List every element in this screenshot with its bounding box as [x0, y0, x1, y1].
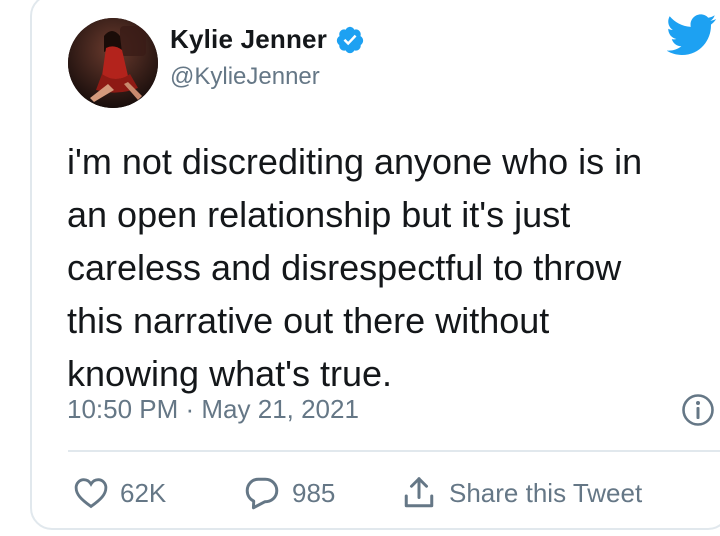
reply-bubble-icon: [245, 477, 279, 510]
avatar-photo: [68, 18, 158, 108]
verified-badge-icon: [336, 26, 364, 53]
share-label: Share this Tweet: [449, 477, 643, 508]
heart-icon: [74, 478, 108, 509]
like-button[interactable]: 62K: [74, 470, 166, 516]
tweet-text: i'm not discrediting anyone who is in an…: [67, 141, 643, 394]
reply-button[interactable]: 985: [244, 470, 335, 516]
tweet-actions: 62K 985 Share this Tweet: [0, 470, 720, 516]
tweet-timestamp[interactable]: 10:50 PM · May 21, 2021: [67, 394, 359, 425]
like-count: 62K: [120, 477, 167, 508]
author-handle[interactable]: @KylieJenner: [170, 63, 320, 91]
author-display-name[interactable]: Kylie Jenner: [170, 24, 327, 55]
info-icon[interactable]: [681, 393, 715, 427]
share-icon: [404, 477, 434, 508]
avatar[interactable]: [68, 18, 158, 108]
twitter-bird-icon[interactable]: [667, 14, 717, 56]
share-button[interactable]: Share this Tweet: [401, 470, 642, 516]
author-name-row[interactable]: Kylie Jenner: [170, 24, 365, 55]
divider: [68, 450, 720, 452]
reply-count: 985: [292, 477, 336, 508]
